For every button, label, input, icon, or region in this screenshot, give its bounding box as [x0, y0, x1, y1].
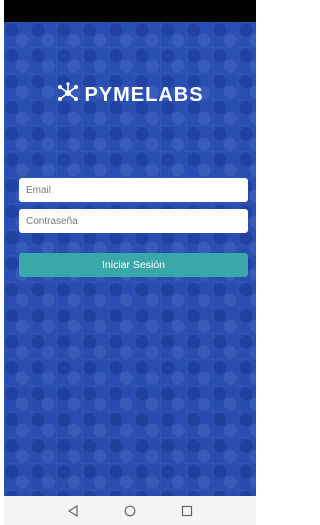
password-field[interactable] [19, 209, 248, 233]
back-icon[interactable] [66, 504, 80, 518]
recents-icon[interactable] [180, 504, 194, 518]
email-field[interactable] [19, 178, 248, 202]
molecule-icon [56, 81, 80, 109]
login-button-label: Iniciar Sesión [101, 259, 166, 271]
status-bar [4, 0, 256, 22]
login-screen: PYMELABS Iniciar Sesión [4, 22, 256, 496]
logo-text: PYMELABS [84, 83, 204, 106]
system-nav-bar [4, 496, 256, 525]
brand-logo: PYMELABS [4, 80, 256, 110]
login-button[interactable]: Iniciar Sesión [19, 253, 248, 277]
phone-screen: PYMELABS Iniciar Sesión [4, 0, 256, 525]
home-icon[interactable] [123, 504, 137, 518]
